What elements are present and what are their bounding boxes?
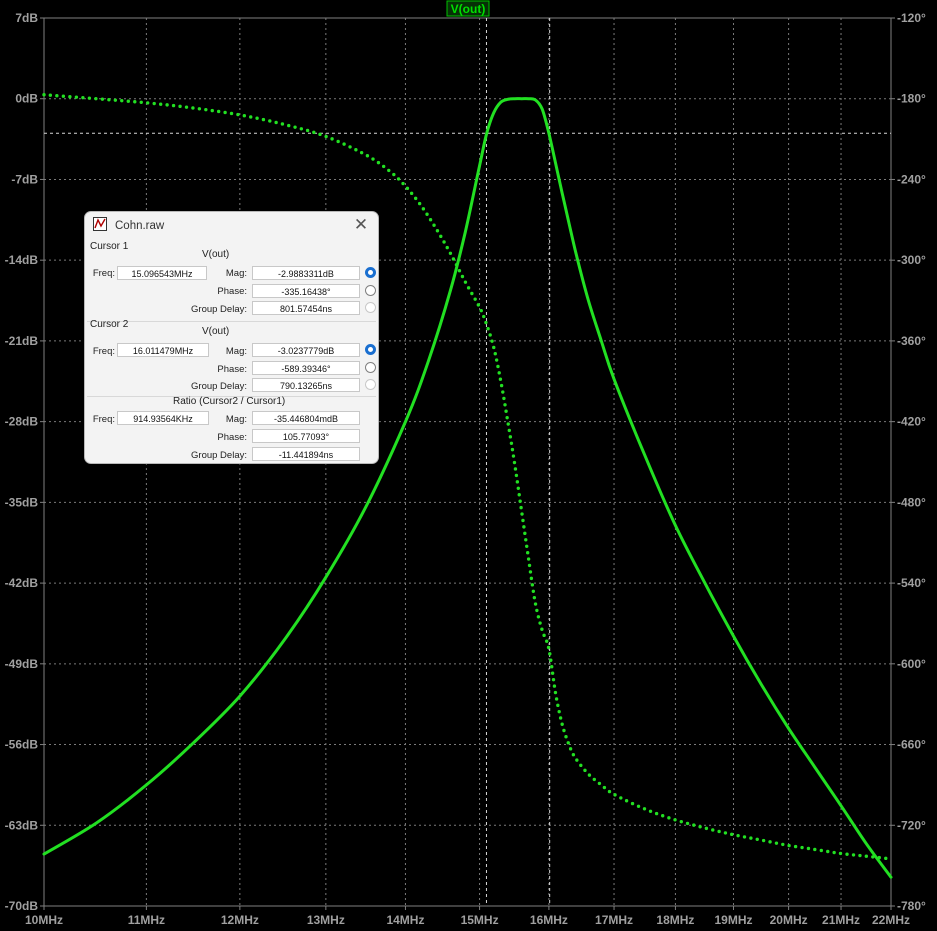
cursor1-mag-label: Mag: <box>225 268 247 279</box>
cursor1-group-delay-radio[interactable] <box>365 302 376 313</box>
y-left-tick-label: -70dB <box>5 899 39 913</box>
cursor2-phase-label: Phase: <box>217 364 247 375</box>
y-left-tick-label: 7dB <box>15 11 38 25</box>
y-left-tick-label: -49dB <box>5 657 39 671</box>
x-tick-label: 11MHz <box>128 913 165 927</box>
waveform-plot[interactable]: 10MHz 11MHz 12MHz 13MHz 14MHz 15MHz 16MHz 17MHz… <box>0 0 937 931</box>
ratio-phase-field[interactable]: 105.77093° <box>252 429 360 443</box>
ratio-section-label: Ratio (Cursor2 / Cursor1) <box>173 396 286 407</box>
cursor2-group-delay-label: Group Delay: <box>191 381 247 392</box>
cursor1-mag-radio[interactable] <box>365 267 376 278</box>
cursor1-group-delay-field[interactable]: 801.57454ns <box>252 301 360 315</box>
trace-title-group[interactable]: V(out) <box>446 0 490 17</box>
ratio-group-delay-field[interactable]: -11.441894ns <box>252 447 360 461</box>
y-left-tick-label: 0dB <box>15 92 38 106</box>
waveform-app-icon <box>93 217 107 231</box>
close-icon[interactable]: ✕ <box>352 216 370 234</box>
y-left-tick-label: -63dB <box>5 818 39 832</box>
cursor2-freq-field[interactable]: 16.011479MHz <box>117 343 209 357</box>
cursor-dialog[interactable]: Cohn.raw ✕ Cursor 1 V(out) Freq: 15.0965… <box>84 211 379 464</box>
y-right-tick-label: -780° <box>897 899 926 913</box>
cursor2-mag-radio[interactable] <box>365 344 376 355</box>
x-tick-label: 15MHz <box>461 913 499 927</box>
x-tick-label: 19MHz <box>715 913 753 927</box>
y-right-tick-label: -180° <box>897 92 926 106</box>
ratio-freq-field[interactable]: 914.93564KHz <box>117 411 209 425</box>
cursor2-section-label: Cursor 2 <box>90 319 129 330</box>
y-right-tick-label: -420° <box>897 415 926 429</box>
series-phase <box>42 93 893 861</box>
y-right-tick-label: -660° <box>897 738 926 752</box>
y-left-tick-label: -42dB <box>5 576 39 590</box>
y-right-tick-label: -480° <box>897 495 926 509</box>
cursor1-freq-field[interactable]: 15.096543MHz <box>117 266 207 280</box>
y-right-tick-label: -540° <box>897 576 926 590</box>
cursor2-phase-radio[interactable] <box>365 362 376 373</box>
y-left-axis-ticks: 7dB 0dB -7dB -14dB -21dB -28dB -35dB -42dB -49dB… <box>5 11 44 913</box>
cursor1-mag-field[interactable]: -2.9883311dB <box>252 266 360 280</box>
x-tick-label: 17MHz <box>595 913 633 927</box>
cursor2-mag-label: Mag: <box>225 346 247 357</box>
cursor1-freq-label: Freq: <box>92 268 115 279</box>
x-tick-label: 21MHz <box>822 913 860 927</box>
cursor1-phase-field[interactable]: -335.16438° <box>252 284 360 298</box>
cursor2-group-delay-radio[interactable] <box>365 379 376 390</box>
x-tick-label: 13MHz <box>307 913 345 927</box>
y-right-tick-label: -600° <box>897 657 926 671</box>
y-right-tick-label: -360° <box>897 334 926 348</box>
x-tick-label: 16MHz <box>530 913 568 927</box>
y-left-tick-label: -14dB <box>5 253 39 267</box>
cursor1-section-label: Cursor 1 <box>90 241 129 252</box>
cursor1-phase-radio[interactable] <box>365 285 376 296</box>
ratio-group-delay-label: Group Delay: <box>191 450 247 461</box>
cursor2-phase-field[interactable]: -589.39346° <box>252 361 360 375</box>
cursor1-phase-label: Phase: <box>217 286 247 297</box>
ratio-phase-label: Phase: <box>217 432 247 443</box>
cursor1-trace-name: V(out) <box>202 249 230 260</box>
x-tick-label: 20MHz <box>770 913 808 927</box>
y-left-tick-label: -35dB <box>5 495 39 509</box>
y-right-tick-label: -120° <box>897 11 926 25</box>
dialog-title: Cohn.raw <box>115 220 165 232</box>
ratio-mag-label: Mag: <box>225 414 247 425</box>
trace-title: V(out) <box>451 2 486 16</box>
cursor2-freq-label: Freq: <box>92 346 115 357</box>
x-tick-label: 18MHz <box>656 913 694 927</box>
cursor1-group-delay-label: Group Delay: <box>191 304 247 315</box>
x-tick-label: 10MHz <box>25 913 63 927</box>
x-axis-ticks: 10MHz 11MHz 12MHz 13MHz 14MHz 15MHz 16MHz 17MHz… <box>25 906 910 927</box>
cursor2-mag-field[interactable]: -3.0237779dB <box>252 343 360 357</box>
ratio-freq-label: Freq: <box>92 414 115 425</box>
cursor2-trace-name: V(out) <box>202 326 230 337</box>
y-left-tick-label: -28dB <box>5 415 39 429</box>
y-right-tick-label: -240° <box>897 172 926 186</box>
y-left-tick-label: -21dB <box>5 334 39 348</box>
y-right-tick-label: -720° <box>897 818 926 832</box>
dialog-titlebar[interactable]: Cohn.raw ✕ <box>85 212 378 240</box>
cursor2-group-delay-field[interactable]: 790.13265ns <box>252 378 360 392</box>
y-left-tick-label: -56dB <box>5 738 39 752</box>
x-tick-label: 22MHz <box>872 913 910 927</box>
x-tick-label: 12MHz <box>221 913 259 927</box>
section-divider <box>87 321 376 322</box>
x-tick-label: 14MHz <box>386 913 424 927</box>
y-right-tick-label: -300° <box>897 253 926 267</box>
ratio-mag-field[interactable]: -35.446804mdB <box>252 411 360 425</box>
y-left-tick-label: -7dB <box>11 172 38 186</box>
y-right-axis-ticks: -120° -180° -240° -300° -360° -420° -480° -540°… <box>891 11 926 913</box>
